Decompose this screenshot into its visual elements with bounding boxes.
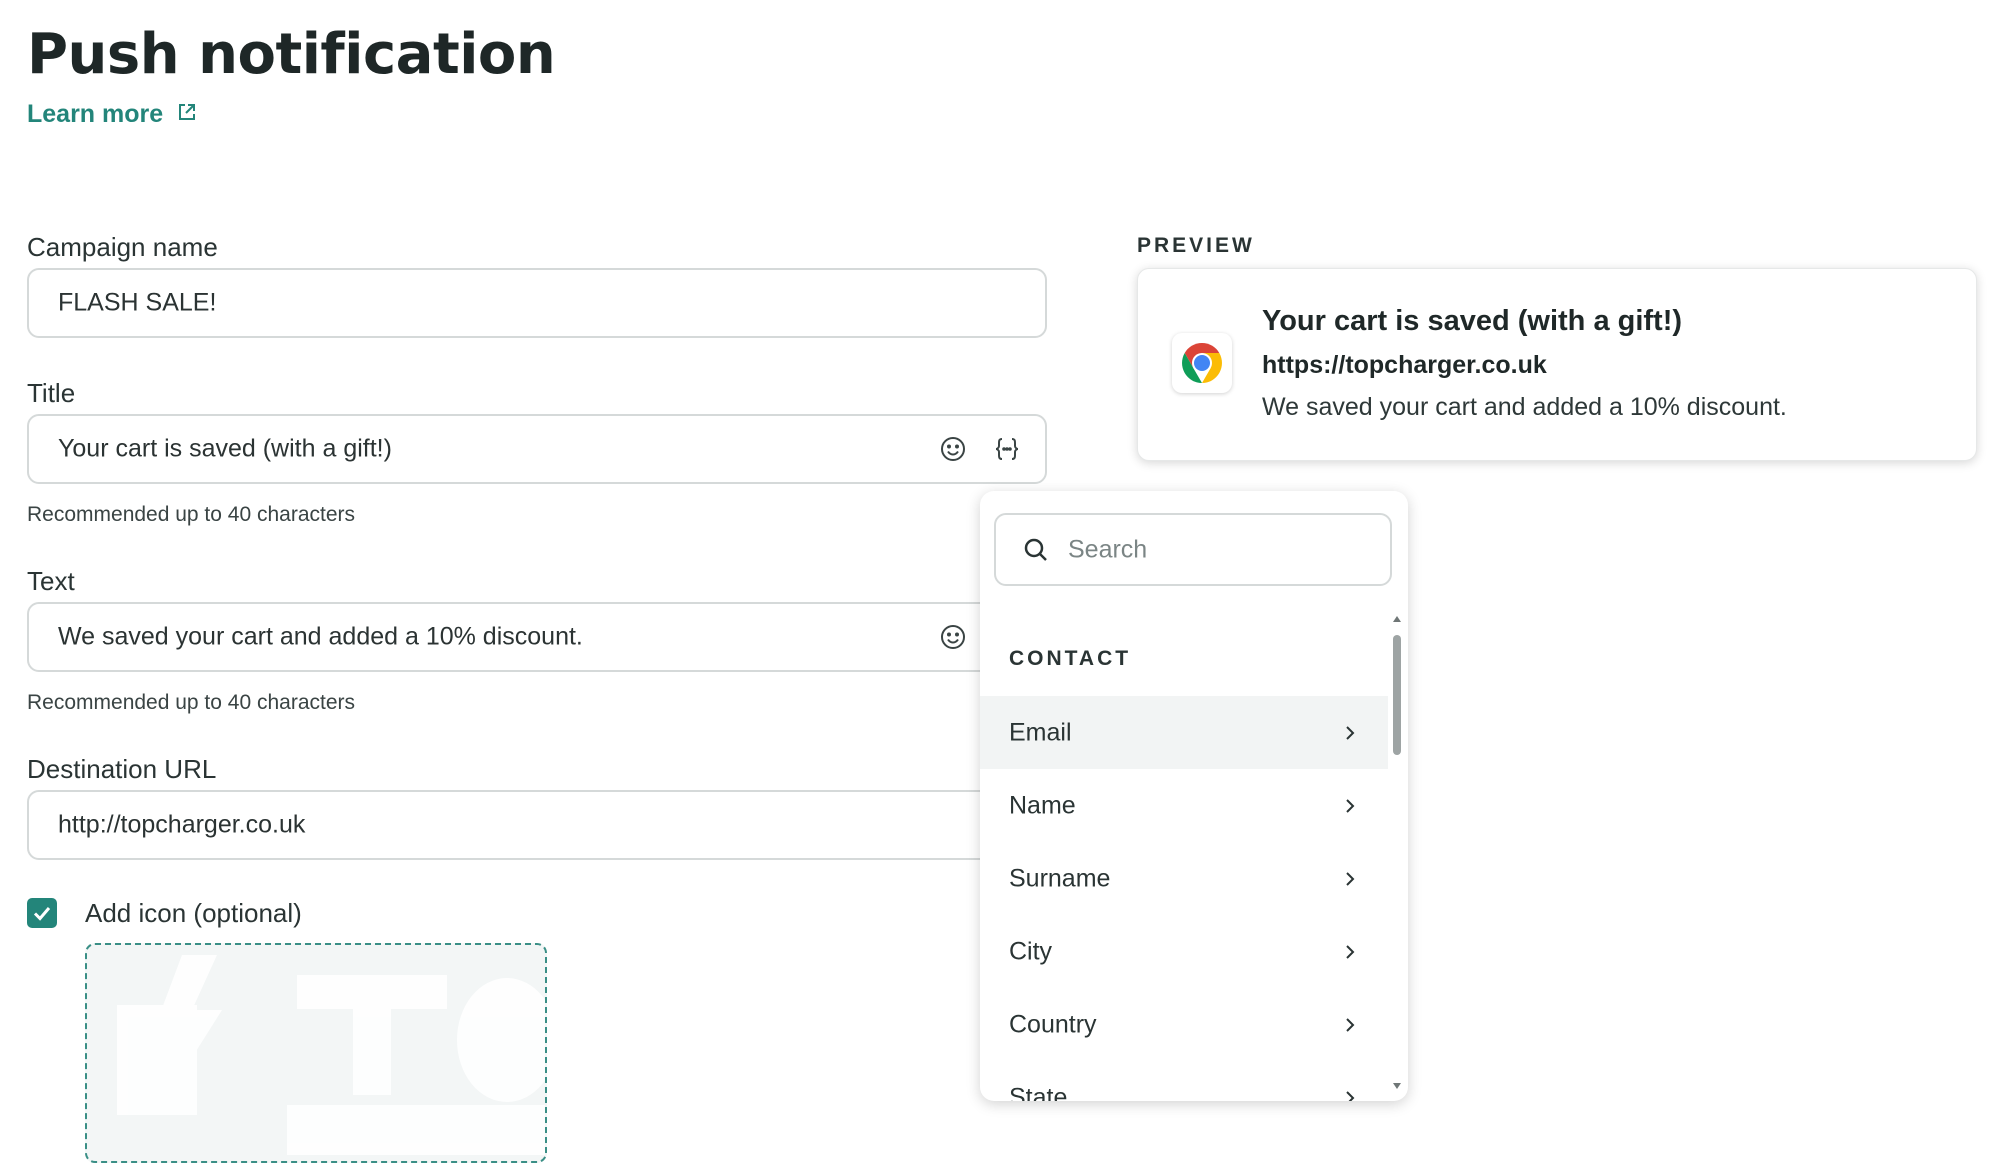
variable-item-name[interactable]: Name <box>980 769 1388 842</box>
chrome-icon <box>1172 333 1232 393</box>
campaign-name-label: Campaign name <box>27 232 218 262</box>
chevron-right-icon <box>1346 725 1355 740</box>
scroll-up-arrow-icon[interactable] <box>1391 615 1403 625</box>
preview-url: https://topcharger.co.uk <box>1262 351 1547 379</box>
text-input[interactable]: We saved your cart and added a 10% disco… <box>27 602 1047 672</box>
variable-item-city[interactable]: City <box>980 915 1388 988</box>
preview-card: Your cart is saved (with a gift!) https:… <box>1137 268 1977 461</box>
add-icon-checkbox[interactable] <box>27 898 57 928</box>
scroll-down-arrow-icon[interactable] <box>1391 1082 1403 1092</box>
variable-item-surname[interactable]: Surname <box>980 842 1388 915</box>
text-hint: Recommended up to 40 characters <box>27 691 356 714</box>
chevron-right-icon <box>1346 798 1355 813</box>
variable-item-country[interactable]: Country <box>980 988 1388 1061</box>
campaign-name-input[interactable]: FLASH SALE! <box>27 268 1047 338</box>
variable-item-label: Country <box>1009 1010 1097 1038</box>
logo-watermark-image <box>117 955 545 1155</box>
preview-label: PREVIEW <box>1137 234 1255 257</box>
learn-more-link[interactable]: Learn more <box>27 100 197 129</box>
search-placeholder: Search <box>1068 535 1148 563</box>
add-icon-label: Add icon (optional) <box>85 898 302 928</box>
external-link-icon <box>177 100 197 129</box>
variable-item-label: Surname <box>1009 864 1111 892</box>
scrollbar-thumb[interactable] <box>1393 635 1401 755</box>
text-label: Text <box>27 566 75 596</box>
variable-item-label: Name <box>1009 791 1076 819</box>
dropdown-scrollbar[interactable] <box>1391 615 1403 1093</box>
variable-icon[interactable] <box>992 434 1022 464</box>
checkmark-icon <box>33 907 51 921</box>
destination-url-value: http://topcharger.co.uk <box>58 810 306 839</box>
chevron-right-icon <box>1346 1090 1355 1101</box>
emoji-icon[interactable] <box>938 434 968 464</box>
variable-item-label: Email <box>1009 718 1072 746</box>
variable-item-email[interactable]: Email <box>980 696 1388 769</box>
contact-section-header: CONTACT <box>1009 647 1132 670</box>
destination-url-input[interactable]: http://topcharger.co.uk <box>27 790 1047 860</box>
destination-url-label: Destination URL <box>27 754 217 784</box>
variable-item-label: City <box>1009 937 1053 965</box>
text-value: We saved your cart and added a 10% disco… <box>58 622 583 651</box>
preview-title: Your cart is saved (with a gift!) <box>1262 305 1683 337</box>
icon-upload-dropzone[interactable] <box>85 943 547 1163</box>
title-input[interactable]: Your cart is saved (with a gift!) <box>27 414 1047 484</box>
learn-more-label: Learn more <box>27 100 164 128</box>
variables-dropdown: Search CONTACT Email Name Surname City C… <box>980 491 1408 1101</box>
campaign-name-value: FLASH SALE! <box>58 288 217 317</box>
preview-text: We saved your cart and added a 10% disco… <box>1262 393 1787 421</box>
emoji-icon[interactable] <box>938 622 968 652</box>
variable-item-label: State <box>1009 1083 1068 1101</box>
search-icon <box>1024 538 1047 561</box>
dropdown-search-input[interactable]: Search <box>994 513 1392 586</box>
chevron-right-icon <box>1346 871 1355 886</box>
page-title: Push notification <box>27 22 556 87</box>
chevron-right-icon <box>1346 944 1355 959</box>
title-value: Your cart is saved (with a gift!) <box>58 434 392 463</box>
title-label: Title <box>27 378 76 408</box>
variable-list: Email Name Surname City Country State <box>980 696 1388 1101</box>
variable-item-state[interactable]: State <box>980 1061 1388 1101</box>
title-hint: Recommended up to 40 characters <box>27 503 356 526</box>
chevron-right-icon <box>1346 1017 1355 1032</box>
